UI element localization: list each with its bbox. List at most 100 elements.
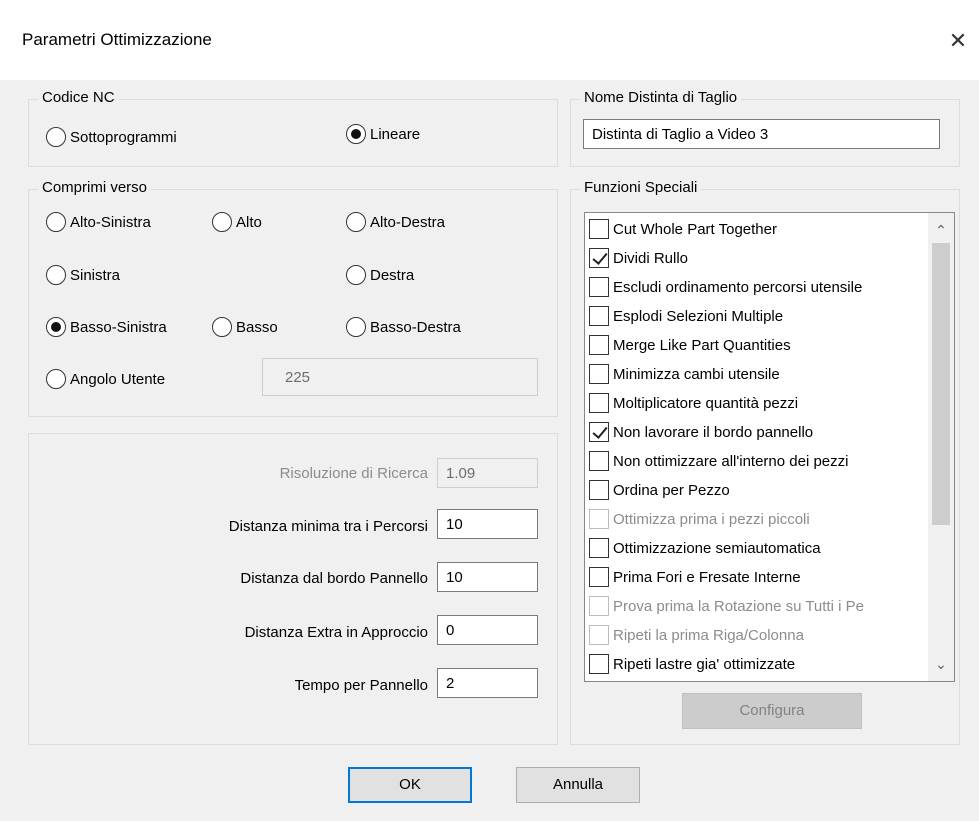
- list-item-label: Non ottimizzare all'interno dei pezzi: [613, 452, 849, 470]
- radio-indicator: [346, 265, 366, 285]
- checkbox[interactable]: [589, 248, 609, 268]
- radio-basso-sinistra[interactable]: Basso-Sinistra: [46, 317, 167, 337]
- radio-indicator: [46, 212, 66, 232]
- comprimi-verso-title: Comprimi verso: [38, 179, 152, 196]
- radio-alto[interactable]: Alto: [212, 212, 262, 232]
- radio-indicator: [46, 127, 66, 147]
- scroll-thumb[interactable]: [932, 243, 950, 525]
- checkbox[interactable]: [589, 219, 609, 239]
- radio-indicator: [46, 317, 66, 337]
- list-item[interactable]: Ripeti lastre gia' ottimizzate: [589, 650, 795, 678]
- list-item-label: Ottimizza prima i pezzi piccoli: [613, 510, 810, 528]
- radio-label: Basso: [236, 318, 278, 336]
- funzioni-speciali-list[interactable]: Cut Whole Part Together Dividi Rullo Esclu…: [584, 212, 955, 682]
- checkbox[interactable]: [589, 538, 609, 558]
- tempo-input[interactable]: [437, 668, 538, 698]
- list-item-label: Moltiplicatore quantità pezzi: [613, 394, 799, 412]
- funzioni-speciali-title: Funzioni Speciali: [580, 179, 702, 196]
- window-title: Parametri Ottimizzazione: [22, 30, 212, 49]
- checkbox[interactable]: [589, 596, 609, 616]
- radio-label: Sottoprogrammi: [70, 128, 177, 146]
- codice-nc-title: Codice NC: [38, 89, 119, 106]
- list-item-label: Esplodi Selezioni Multiple: [613, 307, 784, 325]
- list-item[interactable]: Merge Like Part Quantities: [589, 331, 791, 359]
- radio-label: Alto: [236, 213, 262, 231]
- checkbox[interactable]: [589, 654, 609, 674]
- checkbox[interactable]: [589, 335, 609, 355]
- radio-label: Destra: [370, 266, 415, 284]
- list-item[interactable]: Ripeti la prima Riga/Colonna: [589, 621, 804, 649]
- distanza-extra-label: Distanza Extra in Approccio: [244, 624, 428, 641]
- close-icon[interactable]: ✕: [945, 28, 971, 54]
- tempo-label: Tempo per Pannello: [294, 677, 428, 694]
- annulla-button[interactable]: Annulla: [516, 767, 640, 803]
- list-item[interactable]: Escludi ordinamento percorsi utensile: [589, 273, 862, 301]
- scroll-down-icon[interactable]: ⌄: [928, 651, 954, 677]
- radio-indicator: [46, 265, 66, 285]
- checkbox[interactable]: [589, 364, 609, 384]
- list-item[interactable]: Ordina per Pezzo: [589, 476, 730, 504]
- distanza-bordo-input[interactable]: [437, 562, 538, 592]
- radio-label: Lineare: [370, 125, 421, 143]
- list-item[interactable]: Cut Whole Part Together: [589, 215, 777, 243]
- nome-distinta-title: Nome Distinta di Taglio: [580, 89, 742, 106]
- checkbox[interactable]: [589, 567, 609, 587]
- checkbox[interactable]: [589, 306, 609, 326]
- checkbox[interactable]: [589, 480, 609, 500]
- list-item[interactable]: Moltiplicatore quantità pezzi: [589, 389, 798, 417]
- checkbox[interactable]: [589, 625, 609, 645]
- list-item-label: Minimizza cambi utensile: [613, 365, 780, 383]
- angolo-utente-input: [262, 358, 538, 396]
- radio-basso[interactable]: Basso: [212, 317, 278, 337]
- checkbox[interactable]: [589, 393, 609, 413]
- list-item[interactable]: Dividi Rullo: [589, 244, 688, 272]
- list-item[interactable]: Esplodi Selezioni Multiple: [589, 302, 783, 330]
- list-item-label: Dividi Rullo: [613, 249, 689, 267]
- list-item-label: Prima Fori e Fresate Interne: [613, 568, 801, 586]
- radio-label: Sinistra: [70, 266, 121, 284]
- list-item[interactable]: Non ottimizzare all'interno dei pezzi: [589, 447, 848, 475]
- radio-alto-sinistra[interactable]: Alto-Sinistra: [46, 212, 151, 232]
- list-item[interactable]: Prima Fori e Fresate Interne: [589, 563, 801, 591]
- distanza-extra-input[interactable]: [437, 615, 538, 645]
- risoluzione-input: [437, 458, 538, 488]
- list-item-label: Non lavorare il bordo pannello: [613, 423, 814, 441]
- list-item-label: Escludi ordinamento percorsi utensile: [613, 278, 863, 296]
- radio-basso-destra[interactable]: Basso-Destra: [346, 317, 461, 337]
- radio-label: Alto-Sinistra: [70, 213, 151, 231]
- radio-alto-destra[interactable]: Alto-Destra: [346, 212, 445, 232]
- nome-distinta-input[interactable]: [583, 119, 940, 149]
- checkbox[interactable]: [589, 451, 609, 471]
- radio-destra[interactable]: Destra: [346, 265, 414, 285]
- list-item[interactable]: Non lavorare il bordo pannello: [589, 418, 813, 446]
- radio-indicator: [346, 124, 366, 144]
- checkbox[interactable]: [589, 422, 609, 442]
- radio-sottoprogrammi[interactable]: Sottoprogrammi: [46, 127, 177, 147]
- list-item-label: Ripeti lastre gia' ottimizzate: [613, 655, 796, 673]
- radio-sinistra[interactable]: Sinistra: [46, 265, 120, 285]
- ok-button[interactable]: OK: [348, 767, 472, 803]
- radio-label: Basso-Sinistra: [70, 318, 167, 336]
- list-item-label: Merge Like Part Quantities: [613, 336, 791, 354]
- list-item[interactable]: Ottimizzazione semiautomatica: [589, 534, 821, 562]
- radio-label: Angolo Utente: [70, 370, 166, 388]
- checkbox[interactable]: [589, 509, 609, 529]
- configura-button[interactable]: Configura: [682, 693, 862, 729]
- radio-indicator: [46, 369, 66, 389]
- radio-lineare[interactable]: Lineare: [346, 124, 420, 144]
- list-item-label: Prova prima la Rotazione su Tutti i Pe: [613, 597, 864, 615]
- radio-indicator: [346, 212, 366, 232]
- list-scrollbar[interactable]: ⌃ ⌄: [928, 213, 954, 681]
- distanza-percorsi-label: Distanza minima tra i Percorsi: [228, 518, 428, 535]
- list-item[interactable]: Minimizza cambi utensile: [589, 360, 780, 388]
- risoluzione-label: Risoluzione di Ricerca: [279, 465, 428, 482]
- radio-angolo-utente[interactable]: Angolo Utente: [46, 369, 165, 389]
- list-item[interactable]: Prova prima la Rotazione su Tutti i Pe: [589, 592, 864, 620]
- radio-label: Alto-Destra: [370, 213, 446, 231]
- list-item-label: Ottimizzazione semiautomatica: [613, 539, 821, 557]
- radio-label: Basso-Destra: [370, 318, 461, 336]
- scroll-up-icon[interactable]: ⌃: [928, 217, 954, 243]
- checkbox[interactable]: [589, 277, 609, 297]
- list-item[interactable]: Ottimizza prima i pezzi piccoli: [589, 505, 810, 533]
- distanza-percorsi-input[interactable]: [437, 509, 538, 539]
